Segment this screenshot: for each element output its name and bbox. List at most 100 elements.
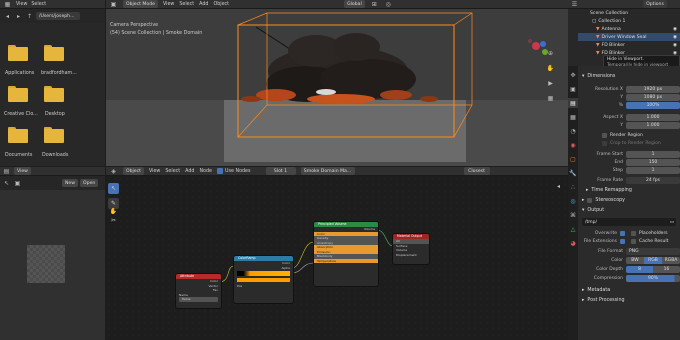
hide-eye-icon[interactable]: ◉ xyxy=(673,27,677,32)
aspect-x-field[interactable]: 1.000 xyxy=(626,113,680,121)
checkbox[interactable] xyxy=(587,198,593,203)
hide-eye-icon[interactable]: ◉ xyxy=(673,35,677,40)
material-output-node[interactable]: Material Output All Surface Volume Displ… xyxy=(393,234,429,264)
compression-slider[interactable]: 90% xyxy=(626,274,680,282)
output-path-field[interactable]: /tmp/ ▭ xyxy=(582,218,676,226)
depth-16-button[interactable]: 16 xyxy=(653,265,680,273)
checkbox[interactable] xyxy=(631,230,636,236)
link-cut-tool-button[interactable]: ✂ xyxy=(108,215,119,226)
transform-orientation-dropdown[interactable]: Global xyxy=(344,0,365,8)
render-region-row[interactable]: Render Region xyxy=(580,131,680,139)
use-nodes-checkbox[interactable]: Use Nodes xyxy=(217,168,251,174)
editor-type-icon[interactable]: ☰ xyxy=(570,0,579,9)
constraints-tab-icon[interactable]: ⌘ xyxy=(568,210,578,220)
checkbox-checked[interactable] xyxy=(620,230,625,236)
pan-hand-icon[interactable]: ✋ xyxy=(546,64,555,73)
path-field[interactable]: /Users/joseph... xyxy=(36,12,80,20)
snap-icon[interactable]: ⊞ xyxy=(370,0,379,9)
perspective-toggle-icon[interactable]: ▦ xyxy=(546,94,555,103)
slot-dropdown[interactable]: Slot 1 xyxy=(265,167,296,175)
file-extensions-row[interactable]: File Extensions Cache Result xyxy=(580,237,680,245)
resolution-pct-field[interactable]: 100% xyxy=(626,101,680,109)
vp-menu-view[interactable]: View xyxy=(163,2,174,7)
editor-type-icon[interactable]: ◈ xyxy=(109,167,118,176)
vp-menu-object[interactable]: Object xyxy=(213,2,229,7)
editor-type-icon[interactable]: ▦ xyxy=(3,0,12,9)
interpolation-dropdown[interactable]: Closest xyxy=(463,167,490,175)
outliner-row-driver-window-seal[interactable]: ▼ Driver Window Seal ◉ xyxy=(578,33,680,41)
dimensions-section-header[interactable]: ▾ Dimensions xyxy=(578,72,680,81)
checkbox[interactable] xyxy=(631,238,636,244)
color-rgb-button[interactable]: RGB xyxy=(644,256,662,264)
folder-icon[interactable] xyxy=(44,45,64,61)
aspect-y-field[interactable]: 1.000 xyxy=(626,121,680,129)
file-format-dropdown[interactable]: PNG xyxy=(626,247,680,255)
node-editor-canvas[interactable]: Attribute Color Vector Fac Name flame Co… xyxy=(106,176,568,340)
object-mode-dropdown[interactable]: Object Mode xyxy=(123,0,158,8)
resolution-x-field[interactable]: 1920 px xyxy=(626,85,680,93)
checkbox-checked[interactable] xyxy=(620,238,625,244)
output-section-header[interactable]: ▾ Output xyxy=(578,206,680,215)
hide-eye-icon[interactable]: ◉ xyxy=(673,43,677,48)
ne-menu-select[interactable]: Select xyxy=(165,169,180,174)
cursor-tool-icon[interactable]: ↖ xyxy=(2,179,11,188)
frame-end-field[interactable]: 150 xyxy=(626,158,680,166)
color-bw-button[interactable]: BW xyxy=(626,256,644,264)
particles-tab-icon[interactable]: ∴ xyxy=(568,182,578,192)
zoom-icon[interactable]: ⊕ xyxy=(546,49,555,58)
proportional-edit-icon[interactable]: ◎ xyxy=(384,0,393,9)
principled-volume-node[interactable]: Principled Volume Volume Color Density A… xyxy=(314,222,378,286)
select-tool-button[interactable]: ↖ xyxy=(108,183,119,194)
material-selector[interactable]: Smoke Domain Ma... xyxy=(300,167,355,175)
stereoscopy-section-header[interactable]: ▸ Stereoscopy xyxy=(578,196,680,205)
post-processing-section-header[interactable]: ▸ Post Processing xyxy=(578,296,680,305)
scene-tab-icon[interactable]: ◔ xyxy=(568,126,578,136)
outliner-root[interactable]: Scene Collection xyxy=(578,9,680,17)
color-rgba-button[interactable]: RGBA xyxy=(662,256,680,264)
back-icon[interactable]: ◂ xyxy=(3,12,12,21)
folder-icon[interactable] xyxy=(8,86,28,102)
fb-menu-view[interactable]: View xyxy=(16,2,27,7)
outliner-row-antenna[interactable]: ▼ Antenna ◉ xyxy=(578,25,680,33)
outliner-row-fd-blinker[interactable]: ▼ FD Blinker ◉ xyxy=(578,41,680,49)
view-layer-tab-icon[interactable]: ▦ xyxy=(568,112,578,122)
color-ramp-swatch[interactable] xyxy=(237,278,290,282)
modifier-tab-icon[interactable]: 🔧 xyxy=(568,168,578,178)
forward-icon[interactable]: ▸ xyxy=(14,12,23,21)
output-tab-icon[interactable]: ▤ xyxy=(568,98,578,108)
frame-step-field[interactable]: 1 xyxy=(626,166,680,174)
attribute-node[interactable]: Attribute Color Vector Fac Name flame xyxy=(176,274,221,308)
sidebar-toggle-icon[interactable]: ◂ xyxy=(554,182,563,191)
outliner-row-collection[interactable]: ▢ Collection 1 xyxy=(578,17,680,25)
object-type-dropdown[interactable]: Object xyxy=(123,167,144,175)
open-image-button[interactable]: Open xyxy=(80,179,99,187)
folder-icon[interactable] xyxy=(44,127,64,143)
vp-menu-select[interactable]: Select xyxy=(179,2,194,7)
editor-type-icon[interactable]: ▣ xyxy=(109,0,118,9)
colorramp-node[interactable]: ColorRamp Color Alpha Pos xyxy=(234,256,293,303)
color-ramp-gradient[interactable] xyxy=(237,271,290,276)
physics-tab-icon[interactable]: ◎ xyxy=(568,196,578,206)
parent-dir-icon[interactable]: ↑ xyxy=(25,12,34,21)
ne-menu-view[interactable]: View xyxy=(149,169,160,174)
camera-view-icon[interactable]: ▶ xyxy=(546,79,555,88)
image-browse-icon[interactable]: ▣ xyxy=(13,179,22,188)
checkbox[interactable] xyxy=(602,132,607,138)
depth-8-button[interactable]: 8 xyxy=(626,265,653,273)
data-tab-icon[interactable]: △ xyxy=(568,224,578,234)
checkbox[interactable] xyxy=(602,140,607,146)
options-dropdown[interactable]: Options xyxy=(643,0,667,8)
image-editor-canvas[interactable] xyxy=(0,190,105,340)
material-tab-icon[interactable]: ◕ xyxy=(568,238,578,248)
fb-menu-select[interactable]: Select xyxy=(31,2,46,7)
new-image-button[interactable]: New xyxy=(62,179,79,187)
crop-row[interactable]: Crop to Render Region xyxy=(580,139,680,147)
ne-menu-node[interactable]: Node xyxy=(199,169,212,174)
folder-icon[interactable] xyxy=(8,45,28,61)
overwrite-row[interactable]: Overwrite Placeholders xyxy=(580,229,680,237)
folder-icon[interactable] xyxy=(44,86,64,102)
frame-rate-dropdown[interactable]: 24 fps xyxy=(626,176,680,184)
folder-browse-icon[interactable]: ▭ xyxy=(670,220,674,225)
resolution-y-field[interactable]: 1080 px xyxy=(626,93,680,101)
vp-menu-add[interactable]: Add xyxy=(199,2,208,7)
